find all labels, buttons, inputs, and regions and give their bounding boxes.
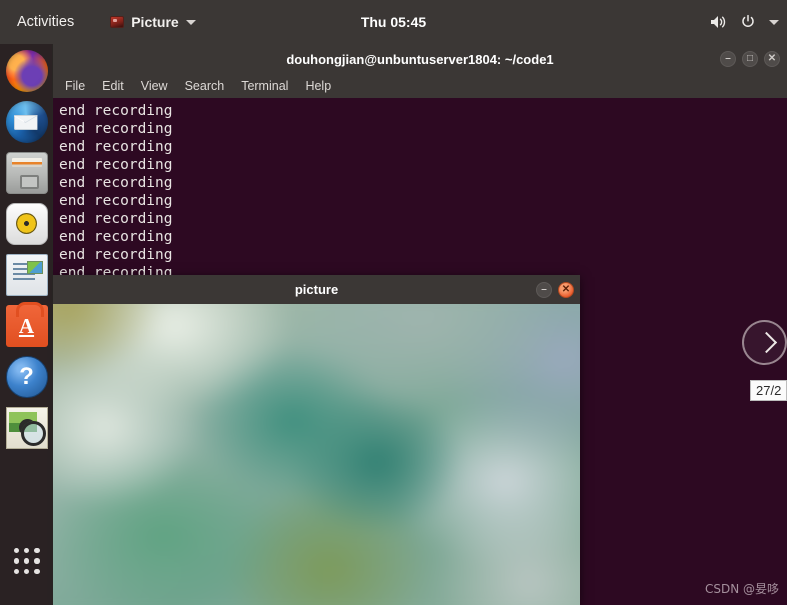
dock-item-writer[interactable]	[5, 254, 48, 296]
grid-dot	[23, 568, 30, 574]
dock-item-software[interactable]	[5, 302, 48, 347]
grid-dot	[13, 558, 19, 564]
image-counter: 27/2	[750, 380, 787, 401]
grid-dot	[34, 568, 40, 574]
grid-dot	[13, 568, 19, 574]
dock-item-files[interactable]	[5, 152, 48, 194]
displayed-photo	[53, 304, 580, 605]
terminal-window-controls: – □ ✕	[720, 44, 780, 74]
menu-item-edit[interactable]: Edit	[102, 79, 124, 93]
menu-item-help[interactable]: Help	[305, 79, 331, 93]
picture-minimize-button[interactable]: –	[536, 281, 552, 298]
picture-window[interactable]: picture – ✕	[53, 275, 580, 605]
picture-titlebar[interactable]: picture – ✕	[53, 275, 580, 304]
dock-item-firefox[interactable]	[5, 50, 48, 92]
menu-item-search[interactable]: Search	[185, 79, 225, 93]
dock-item-thunderbird[interactable]	[5, 101, 48, 143]
dock-item-image-viewer[interactable]	[5, 407, 48, 449]
system-status-menu[interactable]	[709, 14, 779, 30]
terminal-line: end recording	[59, 175, 173, 191]
activities-button[interactable]: Activities	[9, 10, 82, 34]
chevron-down-icon	[769, 19, 779, 25]
picture-close-button[interactable]: ✕	[558, 281, 574, 298]
terminal-title-text: douhongjian@unbuntuserver1804: ~/code1	[286, 51, 554, 67]
menu-item-terminal[interactable]: Terminal	[241, 79, 288, 93]
terminal-line: end recording	[59, 103, 173, 119]
gnome-top-bar: Activities Picture Thu 05:45	[0, 0, 787, 44]
app-menu-button[interactable]: Picture	[104, 10, 201, 34]
power-icon	[742, 14, 754, 27]
grid-dot	[23, 558, 30, 564]
menu-item-view[interactable]: View	[141, 79, 168, 93]
desktop-screen: douhongjian@unbuntuserver1804: ~/code1 –…	[0, 0, 787, 605]
picture-app-icon	[110, 16, 125, 28]
terminal-line: end recording	[59, 211, 173, 227]
grid-dot	[34, 548, 40, 554]
grid-dot	[34, 558, 40, 564]
terminal-titlebar[interactable]: douhongjian@unbuntuserver1804: ~/code1 –…	[53, 44, 787, 74]
chevron-down-icon	[185, 19, 196, 25]
terminal-close-button[interactable]: ✕	[764, 51, 780, 67]
dock-item-help[interactable]	[5, 356, 48, 398]
show-applications-button[interactable]	[6, 540, 48, 582]
terminal-minimize-button[interactable]: –	[720, 51, 736, 67]
dock-item-rhythmbox[interactable]	[5, 203, 48, 245]
menu-item-file[interactable]: File	[65, 79, 85, 93]
launcher-dock	[0, 44, 53, 605]
terminal-line: end recording	[59, 193, 173, 209]
picture-canvas[interactable]	[53, 304, 580, 605]
terminal-line: end recording	[59, 139, 173, 155]
grid-dot	[13, 548, 19, 554]
terminal-maximize-button[interactable]: □	[742, 51, 758, 67]
terminal-line: end recording	[59, 121, 173, 137]
grid-dot	[23, 548, 30, 554]
terminal-line: end recording	[59, 229, 173, 245]
volume-icon	[711, 16, 726, 28]
terminal-line: end recording	[59, 247, 173, 263]
picture-title-text: picture	[294, 282, 339, 297]
picture-window-controls: – ✕	[536, 275, 574, 304]
terminal-menubar: File Edit View Search Terminal Help	[53, 74, 787, 98]
terminal-line: end recording	[59, 157, 173, 173]
next-image-button[interactable]	[742, 320, 787, 365]
app-menu-label: Picture	[131, 14, 179, 30]
